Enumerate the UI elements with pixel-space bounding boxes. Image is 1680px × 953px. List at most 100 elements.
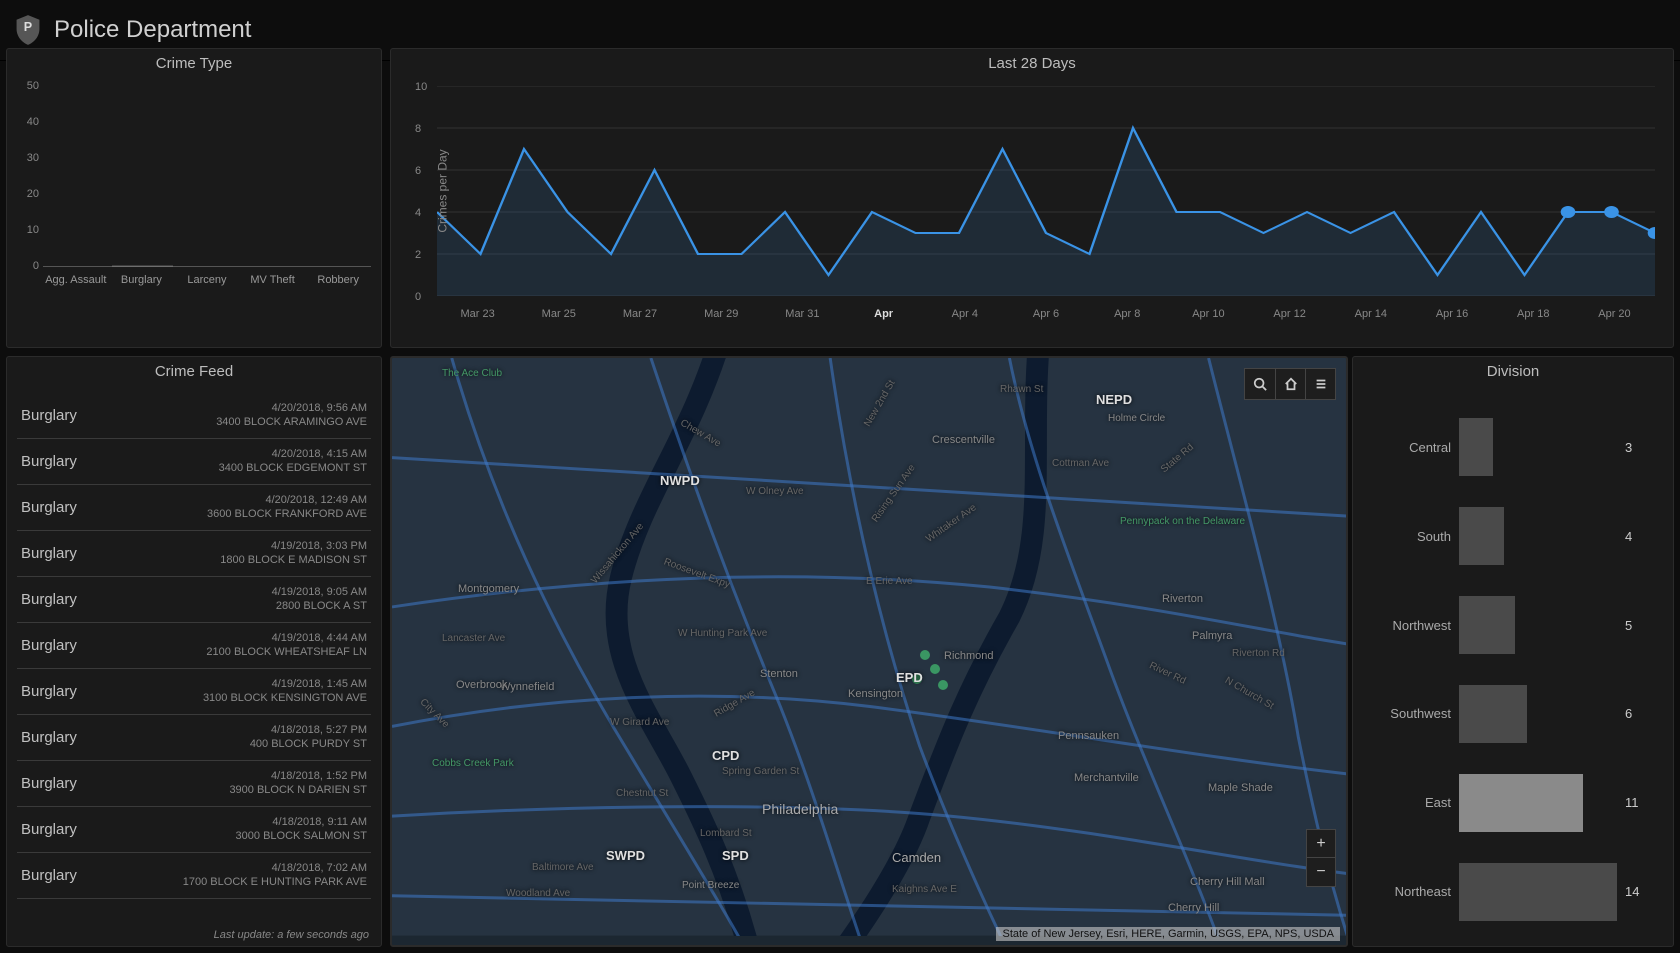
- y-tick: 20: [27, 188, 39, 200]
- feed-location: 3900 BLOCK N DARIEN ST: [229, 784, 367, 798]
- division-value: 6: [1617, 706, 1659, 721]
- map-label-huntingpark: W Hunting Park Ave: [678, 628, 767, 639]
- map-zoom-out-button[interactable]: −: [1307, 858, 1335, 886]
- map-label-mapleshade: Maple Shade: [1208, 782, 1273, 794]
- division-bar-track: [1459, 593, 1617, 657]
- division-bar: [1459, 507, 1504, 565]
- feed-row[interactable]: Burglary4/20/2018, 9:56 AM3400 BLOCK ARA…: [17, 393, 371, 439]
- feed-time: 4/19/2018, 4:44 AM: [206, 632, 367, 646]
- last28-chart[interactable]: Crimes per Day 0246810 0246810: [437, 86, 1655, 296]
- map-label-baltimore: Baltimore Ave: [532, 862, 594, 873]
- line-x-tick: Mar 25: [518, 308, 599, 320]
- division-row-south[interactable]: South4: [1367, 504, 1659, 568]
- feed-row[interactable]: Burglary4/20/2018, 4:15 AM3400 BLOCK EDG…: [17, 439, 371, 485]
- map-label-kensington: Kensington: [848, 688, 903, 700]
- feed-type: Burglary: [21, 637, 77, 654]
- incident-marker[interactable]: [930, 664, 940, 674]
- feed-time: 4/20/2018, 4:15 AM: [219, 448, 367, 462]
- feed-time: 4/19/2018, 1:45 AM: [203, 678, 367, 692]
- crime-feed-footer: Last update: a few seconds ago: [214, 929, 369, 941]
- map-home-button[interactable]: [1275, 369, 1305, 399]
- feed-location: 3400 BLOCK ARAMINGO AVE: [216, 416, 367, 430]
- map-label-cherryhillmall: Cherry Hill Mall: [1190, 876, 1265, 888]
- division-row-southwest[interactable]: Southwest6: [1367, 682, 1659, 746]
- line-y-tick: 6: [415, 165, 421, 177]
- feed-meta: 4/18/2018, 5:27 PM400 BLOCK PURDY ST: [250, 724, 367, 752]
- bar-label: Agg. Assault: [43, 271, 109, 286]
- map-label-epd: EPD: [896, 670, 923, 685]
- line-x-tick: Apr 14: [1330, 308, 1411, 320]
- y-tick: 0: [33, 260, 39, 272]
- line-y-tick: 2: [415, 249, 421, 261]
- division-value: 5: [1617, 618, 1659, 633]
- division-row-northeast[interactable]: Northeast 14: [1367, 860, 1659, 924]
- feed-row[interactable]: Burglary 4/20/2018, 12:49 AM3600 BLOCK FR…: [17, 485, 371, 531]
- line-x-tick: Apr: [843, 308, 924, 320]
- map-label-cherryhill: Cherry Hill: [1168, 902, 1219, 914]
- map-legend-button[interactable]: [1305, 369, 1335, 399]
- feed-row[interactable]: Burglary4/19/2018, 1:45 AM3100 BLOCK KEN…: [17, 669, 371, 715]
- feed-location: 3100 BLOCK KENSINGTON AVE: [203, 692, 367, 706]
- feed-row[interactable]: Burglary4/19/2018, 3:03 PM1800 BLOCK E M…: [17, 531, 371, 577]
- division-bar: [1459, 685, 1527, 743]
- division-row-central[interactable]: Central3: [1367, 415, 1659, 479]
- feed-row[interactable]: Burglary4/18/2018, 9:11 AM3000 BLOCK SAL…: [17, 807, 371, 853]
- bar-label: Larceny: [174, 271, 240, 286]
- map-toolbar: [1244, 368, 1336, 400]
- map-zoom-in-button[interactable]: +: [1307, 830, 1335, 858]
- division-panel: Division Central3South4Northwest5Southwe…: [1352, 356, 1674, 947]
- map-panel[interactable]: NWPD NEPD EPD CPD SPD SWPD Philadelphia …: [390, 356, 1348, 947]
- map-search-button[interactable]: [1245, 369, 1275, 399]
- map-label-spd: SPD: [722, 848, 749, 863]
- division-label: Northeast: [1367, 884, 1459, 899]
- feed-time: 4/19/2018, 9:05 AM: [272, 586, 367, 600]
- feed-type: Burglary: [21, 867, 77, 884]
- feed-meta: 4/20/2018, 12:49 AM3600 BLOCK FRANKFORD …: [207, 494, 367, 522]
- shield-icon: P: [14, 14, 42, 46]
- map-canvas[interactable]: [392, 358, 1346, 936]
- feed-row[interactable]: Burglary 4/18/2018, 5:27 PM400 BLOCK PURD…: [17, 715, 371, 761]
- line-x-tick: Apr 16: [1411, 308, 1492, 320]
- feed-row[interactable]: Burglary4/19/2018, 4:44 AM2100 BLOCK WHE…: [17, 623, 371, 669]
- feed-row[interactable]: Burglary4/19/2018, 9:05 AM2800 BLOCK A S…: [17, 577, 371, 623]
- map-label-cottman: Cottman Ave: [1052, 458, 1109, 469]
- line-x-tick: Apr 18: [1493, 308, 1574, 320]
- map-label-crescentville: Crescentville: [932, 434, 995, 446]
- map-label-nepd: NEPD: [1096, 392, 1132, 407]
- map-label-merchantville: Merchantville: [1074, 772, 1139, 784]
- division-row-east[interactable]: East11: [1367, 771, 1659, 835]
- feed-meta: 4/20/2018, 4:15 AM3400 BLOCK EDGEMONT ST: [219, 448, 367, 476]
- feed-location: 2800 BLOCK A ST: [272, 600, 367, 614]
- feed-location: 1700 BLOCK E HUNTING PARK AVE: [183, 876, 367, 890]
- feed-time: 4/18/2018, 9:11 AM: [236, 816, 367, 830]
- feed-type: Burglary: [21, 775, 77, 792]
- map-label-chestnut: Chestnut St: [616, 788, 668, 799]
- crime-type-chart[interactable]: 01020304050: [43, 86, 371, 267]
- feed-type: Burglary: [21, 729, 77, 746]
- line-x-tick: Apr 8: [1087, 308, 1168, 320]
- line-x-tick: Mar 29: [681, 308, 762, 320]
- feed-time: 4/20/2018, 12:49 AM: [207, 494, 367, 508]
- feed-row[interactable]: Burglary 4/18/2018, 7:02 AM1700 BLOCK E H…: [17, 853, 371, 899]
- map-label-wynnefield: Wynnefield: [500, 681, 554, 693]
- crime-feed-panel: Crime Feed Burglary4/20/2018, 9:56 AM340…: [6, 356, 382, 947]
- y-tick: 30: [27, 152, 39, 164]
- division-bar-track: [1459, 682, 1617, 746]
- bar-label: MV Theft: [240, 271, 306, 286]
- incident-marker[interactable]: [920, 650, 930, 660]
- division-label: Central: [1367, 440, 1459, 455]
- line-x-tick: Apr 4: [924, 308, 1005, 320]
- division-value: 14: [1617, 884, 1659, 899]
- line-x-tick: Apr 6: [1005, 308, 1086, 320]
- last28-y-label: Crimes per Day: [436, 149, 450, 232]
- division-label: East: [1367, 795, 1459, 810]
- feed-type: Burglary: [21, 499, 77, 516]
- map-label-cobbs: Cobbs Creek Park: [432, 758, 514, 769]
- map-label-palmyra: Palmyra: [1192, 630, 1232, 642]
- feed-time: 4/18/2018, 7:02 AM: [183, 862, 367, 876]
- incident-marker[interactable]: [938, 680, 948, 690]
- feed-row[interactable]: Burglary4/18/2018, 1:52 PM3900 BLOCK N D…: [17, 761, 371, 807]
- division-row-northwest[interactable]: Northwest5: [1367, 593, 1659, 657]
- feed-meta: 4/18/2018, 9:11 AM3000 BLOCK SALMON ST: [236, 816, 367, 844]
- map-label-aceclub: The Ace Club: [442, 368, 502, 379]
